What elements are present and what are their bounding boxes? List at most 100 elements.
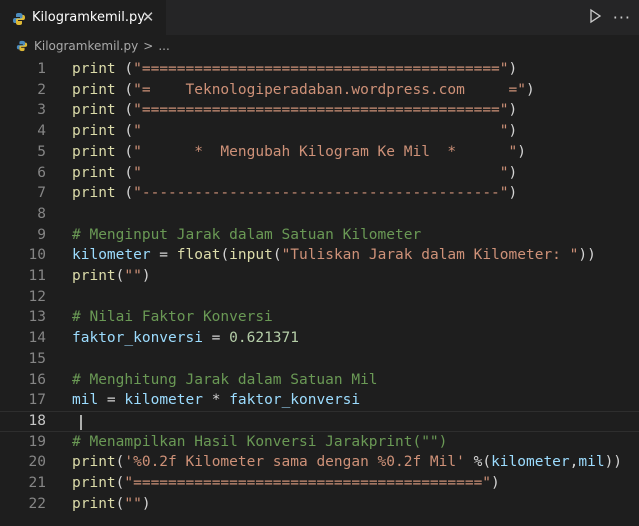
line-number: 5 [37, 143, 46, 160]
code-token: print [72, 81, 116, 98]
code-line[interactable]: 15 [0, 349, 639, 370]
code-token: print [72, 454, 116, 471]
code-text: print ("================================… [72, 59, 517, 80]
code-token: ) [141, 268, 151, 284]
code-line[interactable]: 22 print("") [0, 494, 639, 515]
line-number: 8 [37, 205, 46, 222]
code-token: " " [133, 164, 509, 181]
line-number: 21 [28, 475, 46, 491]
line-number: 9 [37, 226, 46, 243]
code-line[interactable]: 21 print("===============================… [0, 473, 639, 494]
code-token: # Nilai Faktor Konversi [72, 309, 273, 326]
code-token: ( [220, 247, 230, 264]
line-number: 10 [28, 247, 46, 264]
code-token: mil [72, 392, 99, 409]
line-number: 16 [28, 371, 46, 388]
code-line[interactable]: 12 [0, 287, 639, 308]
code-token: mil [578, 454, 605, 471]
code-token: # Menginput Jarak dalam Satuan Kilometer [72, 226, 422, 243]
code-line[interactable]: 19 # Menampilkan Hasil Konversi Jarakprin… [0, 432, 639, 453]
code-token: # Menghitung Jarak dalam Satuan Mil [72, 371, 378, 388]
code-text: # Menghitung Jarak dalam Satuan Mil [72, 370, 378, 391]
code-token: ( [115, 164, 134, 181]
code-line[interactable]: 1 print ("===============================… [0, 59, 639, 80]
code-line[interactable]: 20 print('%0.2f Kilometer sama dengan %0.… [0, 452, 639, 473]
code-line[interactable]: 4 print (" ") [0, 121, 639, 142]
code-text: print("") [72, 266, 151, 287]
line-number: 2 [37, 81, 46, 98]
code-text: # Menampilkan Hasil Konversi Jarakprint(… [72, 432, 447, 453]
code-token: %( [464, 454, 492, 471]
code-line[interactable]: 11 print("") [0, 266, 639, 287]
breadcrumb-separator: > [143, 39, 154, 53]
code-line[interactable]: 17 mil = kilometer * faktor_konversi [0, 390, 639, 411]
code-line[interactable]: 5 print (" * Mengubah Kilogram Ke Mil * "… [0, 142, 639, 163]
code-token: "=======================================… [133, 61, 509, 77]
code-token: kilometer [72, 247, 151, 264]
code-line[interactable]: 18 [0, 410, 639, 432]
code-line[interactable]: 8 [0, 204, 639, 225]
line-number: 19 [28, 433, 46, 450]
line-number: 3 [37, 102, 46, 119]
line-number: 12 [28, 288, 46, 305]
code-token: "= Teknologiperadaban.wordpress.com =" [133, 81, 526, 98]
code-line[interactable]: 16 # Menghitung Jarak dalam Satuan Mil [0, 370, 639, 391]
line-number: 22 [28, 495, 46, 512]
code-text: mil = kilometer * faktor_konversi [72, 390, 360, 411]
code-line[interactable]: 9 # Menginput Jarak dalam Satuan Kilomete… [0, 225, 639, 246]
code-token: " * Mengubah Kilogram Ke Mil * " [133, 143, 518, 160]
code-line[interactable]: 6 print (" ") [0, 163, 639, 184]
line-number: 20 [28, 454, 46, 471]
code-token: print [72, 123, 116, 140]
code-token: " " [133, 123, 509, 140]
code-line[interactable]: 13 # Nilai Faktor Konversi [0, 307, 639, 328]
code-token: ) [508, 123, 518, 140]
line-number: 4 [37, 123, 46, 140]
code-token: 0.621371 [229, 330, 299, 347]
code-token: "---------------------------------------… [133, 185, 509, 202]
code-token: "" [124, 495, 142, 512]
code-token: faktor_konversi [72, 330, 203, 347]
line-number: 11 [28, 268, 46, 284]
code-token: ( [115, 61, 134, 77]
code-token: print [72, 61, 116, 77]
line-number: 14 [28, 330, 46, 347]
tab-kilogramkemil[interactable]: Kilogramkemil.py ✕ [0, 0, 166, 35]
code-text: print ("================================… [72, 100, 517, 121]
code-line[interactable]: 3 print ("===============================… [0, 100, 639, 121]
code-text: print (" ") [72, 163, 517, 184]
code-token: ) [141, 495, 151, 512]
code-line[interactable]: 7 print ("-------------------------------… [0, 183, 639, 204]
code-text: faktor_konversi = 0.621371 [72, 328, 299, 349]
line-number: 17 [28, 392, 46, 409]
text-cursor [80, 414, 82, 430]
code-token: print [72, 268, 116, 284]
code-token: ) [491, 475, 500, 491]
breadcrumb: Kilogramkemil.py > ... [0, 35, 639, 57]
code-token: ) [508, 61, 518, 77]
code-token: "Tuliskan Jarak dalam Kilometer: " [281, 247, 579, 264]
line-number: 13 [28, 309, 46, 326]
code-line[interactable]: 14 faktor_konversi = 0.621371 [0, 328, 639, 349]
code-token: = [150, 247, 177, 264]
code-editor[interactable]: 1 print ("===============================… [0, 58, 639, 526]
code-text: # Nilai Faktor Konversi [72, 307, 273, 328]
code-text: print("") [72, 494, 151, 515]
breadcrumb-trail[interactable]: ... [158, 39, 169, 53]
python-file-icon [16, 40, 28, 52]
line-number: 1 [37, 61, 46, 77]
code-token: ) [517, 143, 526, 160]
close-icon[interactable]: ✕ [140, 9, 156, 25]
code-token: print [72, 102, 116, 119]
code-token: ( [115, 102, 134, 119]
line-number: 6 [37, 164, 46, 181]
code-token: ) [525, 81, 535, 98]
run-icon[interactable] [587, 8, 603, 28]
code-token: ( [115, 123, 134, 140]
code-token: input [229, 247, 273, 264]
breadcrumb-file[interactable]: Kilogramkemil.py [34, 39, 138, 53]
code-token: kilometer [491, 454, 570, 471]
more-actions-icon[interactable]: ··· [613, 9, 631, 27]
code-line[interactable]: 2 print ("= Teknologiperadaban.wordpress.… [0, 80, 639, 101]
code-line[interactable]: 10 kilometer = float(input("Tuliskan Jara… [0, 245, 639, 266]
